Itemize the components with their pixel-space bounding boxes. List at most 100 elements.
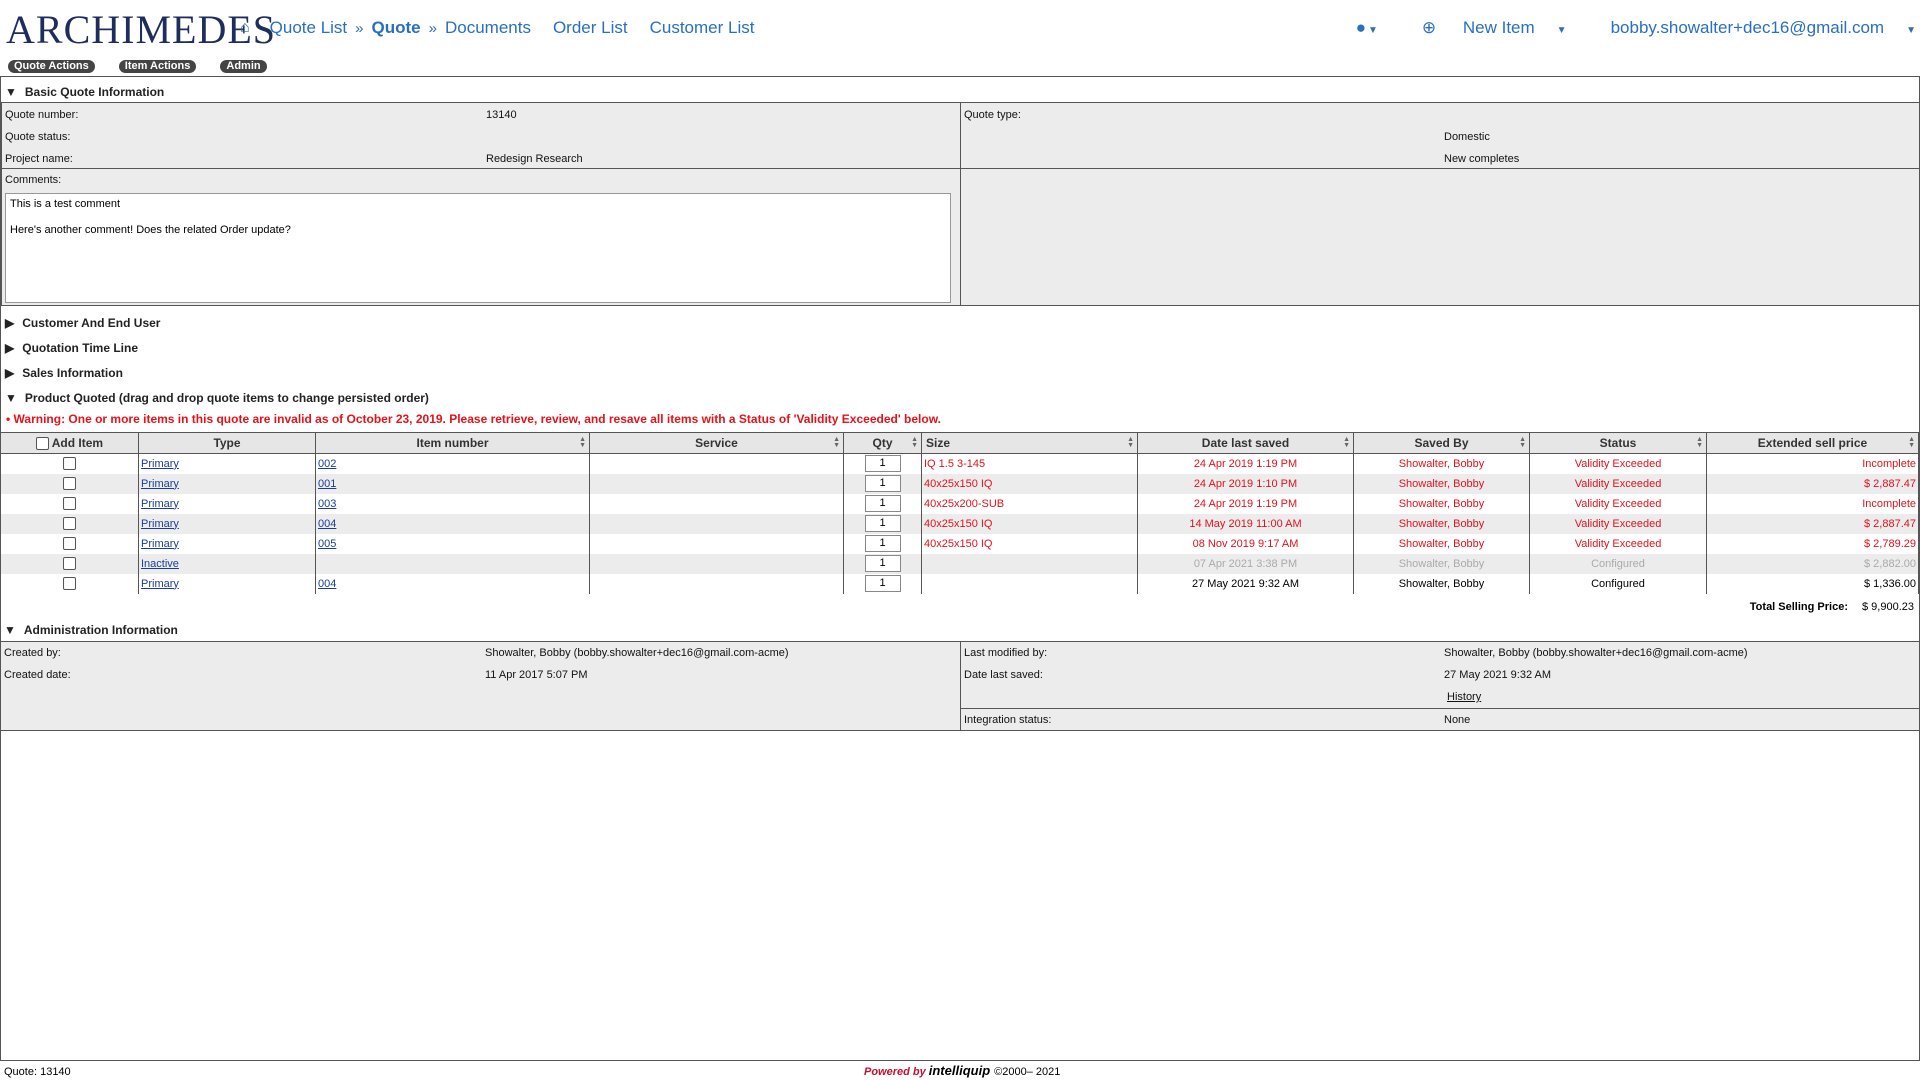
section-quotation-timeline[interactable]: ▶ Quotation Time Line [5,341,138,355]
action-bar: Quote Actions Item Actions Admin [8,60,291,73]
add-item-checkbox[interactable] [63,557,76,570]
size-cell: 40x25x150 IQ [921,473,1138,494]
qty-input[interactable]: 1 [864,495,901,512]
comments-right-panel [960,168,1920,306]
sort-icon[interactable]: ▲ ▼ [579,436,586,449]
user-menu[interactable]: bobby.showalter+dec16@gmail.com ▼ [1589,18,1916,38]
add-item-checkbox[interactable] [63,457,76,471]
powered-by-text: Powered by [864,1066,926,1078]
header-date-last-saved[interactable]: Date last saved ▲ ▼ [1137,432,1354,454]
qty-input[interactable]: 1 [864,575,901,592]
sort-icon[interactable]: ▲ ▼ [1343,436,1350,449]
add-item-checkbox[interactable] [63,497,76,510]
breadcrumb-separator-icon: » [355,19,364,37]
history-link[interactable]: History [1447,691,1481,703]
sort-icon[interactable]: ▲ ▼ [1908,436,1915,449]
qty-cell: 1 [843,473,922,494]
section-sales-information[interactable]: ▶ Sales Information [5,366,123,380]
add-item-checkbox[interactable] [63,517,76,530]
section-administration[interactable]: ▼ Administration Information [4,623,178,637]
table-row[interactable]: Inactive 1 07 Apr 2021 3:38 PM Showalter, B… [0,553,1919,574]
qty-input[interactable]: 1 [864,455,901,473]
table-row[interactable]: Primary 004 1 40x25x150 IQ 14 May 2019 11:00… [0,513,1919,534]
section-title: Basic Quote Information [24,85,165,99]
qty-input[interactable]: 1 [864,535,901,552]
nav-quote[interactable]: Quote [372,18,421,38]
sort-icon[interactable]: ▲ ▼ [1696,436,1703,449]
item-type-link[interactable]: Primary [141,458,179,470]
logo-text: ARCHIMEDES [6,7,277,52]
header-item-number[interactable]: Item number ▲ ▼ [315,432,590,454]
header-saved-by[interactable]: Saved By ▲ ▼ [1353,432,1530,454]
item-type-link[interactable]: Primary [141,538,179,550]
table-row[interactable]: Primary 003 1 40x25x200-SUB 24 Apr 2019 1:19… [0,493,1919,514]
header-service[interactable]: Service ▲ ▼ [589,432,844,454]
home-icon[interactable]: ⌂ [240,19,250,37]
header-add-item[interactable]: Add Item [0,432,139,454]
nav-order-list[interactable]: Order List [553,18,628,38]
comments-textarea[interactable]: This is a test comment Here's another co… [5,193,951,303]
quote-subtype-value: New completes [1444,153,1520,165]
sort-icon[interactable]: ▲ ▼ [911,436,918,449]
nav-quote-list[interactable]: Quote List [270,18,348,38]
date-cell: 08 Nov 2019 9:17 AM [1137,533,1354,554]
section-basic-quote-info[interactable]: ▼ Basic Quote Information [5,85,164,99]
type-cell: Primary [138,473,316,494]
integration-status-label: Integration status: [964,714,1052,726]
item-number-link[interactable]: 003 [318,498,336,510]
section-title: Customer And End User [22,316,161,330]
table-row[interactable]: Primary 002 1 IQ 1.5 3-145 24 Apr 2019 1:19 … [0,453,1919,474]
archimedes-logo[interactable]: ARCHIMEDES [6,10,276,50]
sort-icon[interactable]: ▲ ▼ [1519,436,1526,449]
globe-icon[interactable]: ● ▼ [1356,18,1378,38]
new-item-menu[interactable]: ⊕ New Item ▼ [1400,18,1567,38]
integration-status-value: None [1444,714,1471,726]
add-item-checkbox[interactable] [63,577,76,590]
header-size[interactable]: Size ▲ ▼ [921,432,1138,454]
item-type-link[interactable]: Primary [141,518,179,530]
item-type-link[interactable]: Primary [141,478,179,490]
item-number-link[interactable]: 004 [318,518,336,530]
section-customer-end-user[interactable]: ▶ Customer And End User [5,316,160,330]
item-type-link[interactable]: Primary [141,578,179,590]
header-label: Qty [872,436,893,450]
item-actions-button[interactable]: Item Actions [118,60,197,73]
table-row[interactable]: Primary 001 1 40x25x150 IQ 24 Apr 2019 1:10 … [0,473,1919,494]
service-cell [589,473,844,494]
header-label: Add Item [51,435,104,450]
quote-actions-button[interactable]: Quote Actions [8,60,95,73]
item-type-link[interactable]: Inactive [141,558,179,570]
modified-by-label: Last modified by: [964,647,1048,659]
header-status[interactable]: Status ▲ ▼ [1529,432,1707,454]
type-cell: Primary [138,573,316,594]
nav-customer-list[interactable]: Customer List [650,18,755,38]
item-number-link[interactable]: 001 [318,478,336,490]
header-extended-sell-price[interactable]: Extended sell price ▲ ▼ [1706,432,1919,454]
status-cell: Validity Exceeded [1529,453,1707,474]
item-number-link[interactable]: 004 [318,578,336,590]
header-label: Service [695,436,738,450]
add-item-checkbox[interactable] [63,477,76,490]
add-item-checkbox[interactable] [63,537,76,550]
qty-input[interactable]: 1 [864,515,901,532]
section-title: Sales Information [22,366,123,380]
chevron-down-icon: ▼ [1556,25,1567,36]
qty-input[interactable]: 1 [864,555,901,572]
item-number-link[interactable]: 005 [318,538,336,550]
item-type-link[interactable]: Primary [141,498,179,510]
item-number-link[interactable]: 002 [318,458,336,470]
header-qty[interactable]: Qty ▲ ▼ [843,432,922,454]
table-row[interactable]: Primary 005 1 40x25x150 IQ 08 Nov 2019 9:17 … [0,533,1919,554]
footer-powered-by: Powered by intelliquip ©2000– 2021 [864,1063,1060,1078]
select-all-checkbox[interactable] [35,437,49,451]
nav-documents[interactable]: Documents [445,18,531,38]
section-product-quoted[interactable]: ▼ Product Quoted (drag and drop quote it… [5,391,429,405]
table-row[interactable]: Primary 004 1 27 May 2021 9:32 AM Showalter,… [0,573,1919,594]
sort-icon[interactable]: ▲ ▼ [1127,436,1134,449]
admin-button[interactable]: Admin [220,60,267,73]
date-cell: 14 May 2019 11:00 AM [1137,513,1354,534]
qty-input[interactable]: 1 [864,475,901,492]
header-type[interactable]: Type [138,432,316,454]
sort-icon[interactable]: ▲ ▼ [833,436,840,449]
collapse-triangle-icon: ▼ [4,623,16,637]
